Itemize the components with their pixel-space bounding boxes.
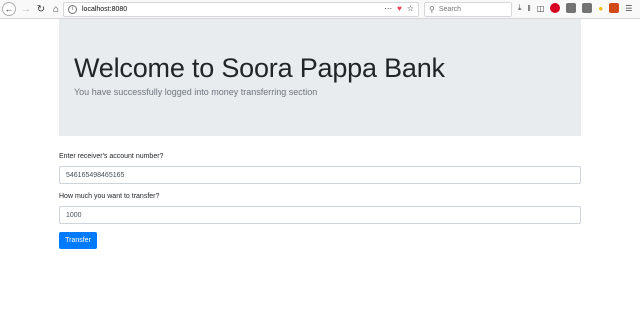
url-actions: ⋯ ♥ ☆: [384, 4, 414, 13]
addon-gray-icon-2[interactable]: [582, 3, 593, 13]
account-number-label: Enter receiver's account number?: [59, 153, 164, 160]
page-title: Welcome to Soora Pappa Bank: [74, 53, 445, 83]
addon-red-icon[interactable]: [550, 3, 561, 13]
sidebar-icon[interactable]: ◫: [537, 4, 545, 13]
url-text[interactable]: localhost:8080: [82, 6, 127, 13]
star-icon[interactable]: ☆: [407, 4, 414, 13]
back-arrow-icon[interactable]: ←: [2, 2, 16, 16]
search-bar[interactable]: ⚲ Search: [424, 2, 512, 17]
toolbar-icons: ⤓ ‖ ◫ ● ☰: [518, 3, 632, 13]
hamburger-menu-icon[interactable]: ☰: [625, 4, 632, 13]
welcome-jumbotron: Welcome to Soora Pappa Bank You have suc…: [59, 19, 581, 136]
search-placeholder[interactable]: Search: [439, 6, 461, 13]
account-number-field[interactable]: [59, 166, 581, 184]
reload-icon[interactable]: ↻: [34, 2, 48, 16]
library-icon[interactable]: ‖: [528, 4, 531, 13]
more-dots-icon[interactable]: ⋯: [384, 4, 392, 13]
download-icon[interactable]: ⤓: [518, 3, 522, 13]
amount-field[interactable]: [59, 206, 581, 224]
addon-orange-icon[interactable]: [609, 3, 620, 13]
transfer-button[interactable]: Transfer: [59, 232, 97, 249]
browser-toolbar: ← → ↻ ⌂ i localhost:8080 ⋯ ♥ ☆ ⚲ Search …: [0, 0, 640, 19]
pocket-icon[interactable]: ♥: [397, 4, 402, 13]
info-icon[interactable]: i: [68, 5, 77, 14]
search-icon: ⚲: [429, 5, 435, 14]
amount-label: How much you want to transfer?: [59, 193, 160, 200]
addon-gray-icon[interactable]: [566, 3, 577, 13]
home-icon[interactable]: ⌂: [49, 2, 63, 16]
lightbulb-icon[interactable]: ●: [598, 4, 603, 13]
forward-arrow-icon[interactable]: →: [19, 2, 33, 16]
url-bar[interactable]: i localhost:8080 ⋯ ♥ ☆: [63, 2, 419, 17]
welcome-subtitle: You have successfully logged into money …: [74, 87, 318, 97]
